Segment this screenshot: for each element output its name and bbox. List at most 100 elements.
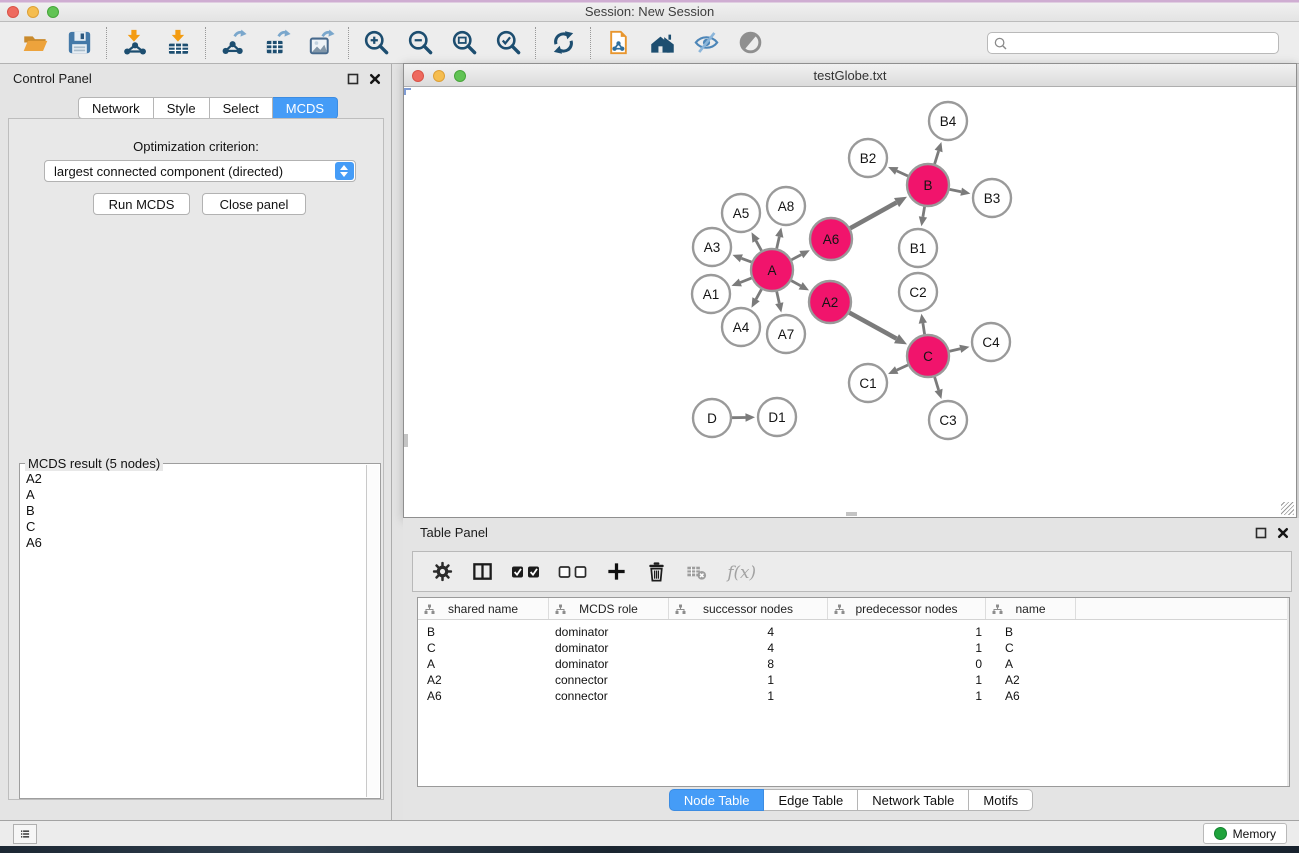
- graph-node-D[interactable]: D: [693, 399, 731, 437]
- run-mcds-button[interactable]: Run MCDS: [93, 193, 190, 215]
- graph-node-B1[interactable]: B1: [899, 229, 937, 267]
- control-panel-title: Control Panel: [13, 71, 92, 86]
- vertical-scroll-thumb[interactable]: [404, 434, 408, 447]
- check-pair-icon: [511, 564, 541, 580]
- graph-node-B[interactable]: B: [907, 164, 949, 206]
- graph-node-A7[interactable]: A7: [767, 315, 805, 353]
- graph-node-C2[interactable]: C2: [899, 273, 937, 311]
- graph-node-A6[interactable]: A6: [810, 218, 852, 260]
- horizontal-scroll-thumb[interactable]: [846, 512, 857, 516]
- mcds-result-box: MCDS result (5 nodes) A2ABCA6: [19, 463, 381, 799]
- clone-network-button[interactable]: [603, 27, 633, 59]
- table-row[interactable]: Adominator80A: [418, 656, 1289, 672]
- graph-node-A[interactable]: A: [751, 249, 793, 291]
- import-table-icon: [165, 29, 192, 56]
- zoom-selected-button[interactable]: [493, 27, 523, 59]
- svg-text:D1: D1: [768, 410, 785, 425]
- graph-node-B3[interactable]: B3: [973, 179, 1011, 217]
- export-table-button[interactable]: [262, 27, 292, 59]
- result-scrollbar[interactable]: [366, 465, 379, 797]
- tree-icon: [992, 604, 1003, 615]
- graph-node-B4[interactable]: B4: [929, 102, 967, 140]
- hide-panels-button[interactable]: [691, 27, 721, 59]
- table-row[interactable]: Bdominator41B: [418, 624, 1289, 640]
- network-canvas[interactable]: B4 B2 B B3 A5A8A6 B1 A3 A C2 A1 A2 A4A7 C4 C C1 C3 D D1: [404, 88, 1296, 517]
- task-history-button[interactable]: [13, 824, 37, 844]
- mcds-result-node[interactable]: C: [21, 519, 365, 535]
- graph-node-A1[interactable]: A1: [692, 275, 730, 313]
- criterion-dropdown[interactable]: largest connected component (directed): [44, 160, 356, 182]
- graph-node-A3[interactable]: A3: [693, 228, 731, 266]
- zoom-out-button[interactable]: [405, 27, 435, 59]
- refresh-button[interactable]: [548, 27, 578, 59]
- column-header-predecessor-nodes[interactable]: predecessor nodes: [828, 598, 986, 619]
- export-network-button[interactable]: [218, 27, 248, 59]
- import-network-button[interactable]: [119, 27, 149, 59]
- tree-icon: [675, 604, 686, 615]
- float-table-panel-icon[interactable]: [1254, 526, 1267, 539]
- network-view-window: testGlobe.txt B4 B2 B B3 A5A8A6 B1 A3 A C2 A1 A2 A4…: [403, 63, 1297, 518]
- select-all-columns-button[interactable]: [509, 557, 543, 587]
- open-folder-icon: [22, 29, 49, 56]
- zoom-in-button[interactable]: [361, 27, 391, 59]
- function-builder-button: f(x): [723, 557, 761, 587]
- graph-node-C4[interactable]: C4: [972, 323, 1010, 361]
- tab-select[interactable]: Select: [210, 97, 273, 119]
- tab-network[interactable]: Network: [78, 97, 154, 119]
- column-header-MCDS-role[interactable]: MCDS role: [549, 598, 669, 619]
- graph-node-A5[interactable]: A5: [722, 194, 760, 232]
- close-panel-icon[interactable]: [368, 72, 381, 85]
- graph-node-C[interactable]: C: [907, 335, 949, 377]
- graph-node-B2[interactable]: B2: [849, 139, 887, 177]
- resize-grip[interactable]: [1281, 502, 1294, 515]
- column-header-name[interactable]: name: [986, 598, 1076, 619]
- search-input[interactable]: [987, 32, 1279, 54]
- table-row[interactable]: Cdominator41C: [418, 640, 1289, 656]
- tab-style[interactable]: Style: [154, 97, 210, 119]
- tab-edge-table[interactable]: Edge Table: [764, 789, 858, 811]
- graph-node-A2[interactable]: A2: [809, 281, 851, 323]
- table-panel: Table Panel f(x) shared nameMCDS rolesuc…: [403, 518, 1299, 820]
- graph-node-A4[interactable]: A4: [722, 308, 760, 346]
- export-image-button[interactable]: [306, 27, 336, 59]
- float-square-icon: [347, 73, 359, 85]
- tab-node-table[interactable]: Node Table: [669, 789, 765, 811]
- open-session-button[interactable]: [20, 27, 50, 59]
- float-panel-icon[interactable]: [346, 72, 359, 85]
- memory-button[interactable]: Memory: [1203, 823, 1287, 844]
- close-panel-button[interactable]: Close panel: [202, 193, 306, 215]
- show-columns-button[interactable]: [469, 557, 496, 587]
- table-row[interactable]: A6connector11A6: [418, 688, 1289, 704]
- import-table-button[interactable]: [163, 27, 193, 59]
- show-panels-button[interactable]: [735, 27, 765, 59]
- copy-network-icon: [605, 29, 632, 56]
- home-button[interactable]: [647, 27, 677, 59]
- column-header-shared-name[interactable]: shared name: [418, 598, 549, 619]
- create-column-button[interactable]: [603, 557, 630, 587]
- delete-columns-button[interactable]: [643, 557, 670, 587]
- table-row[interactable]: A2connector11A2: [418, 672, 1289, 688]
- column-header-successor-nodes[interactable]: successor nodes: [669, 598, 828, 619]
- graph-node-D1[interactable]: D1: [758, 398, 796, 436]
- deselect-all-columns-button[interactable]: [556, 557, 590, 587]
- table-scrollbar[interactable]: [1287, 598, 1289, 786]
- tab-network-table[interactable]: Network Table: [858, 789, 969, 811]
- mcds-result-node[interactable]: A6: [21, 535, 365, 551]
- mcds-result-list: A2ABCA6: [21, 465, 365, 797]
- mcds-result-node[interactable]: B: [21, 503, 365, 519]
- save-icon: [66, 29, 93, 56]
- table-settings-button[interactable]: [429, 557, 456, 587]
- close-table-panel-icon[interactable]: [1276, 526, 1289, 539]
- graph-node-A8[interactable]: A8: [767, 187, 805, 225]
- import-network-icon: [121, 29, 148, 56]
- mcds-result-node[interactable]: A2: [21, 471, 365, 487]
- save-session-button[interactable]: [64, 27, 94, 59]
- graph-node-C3[interactable]: C3: [929, 401, 967, 439]
- mcds-result-node[interactable]: A: [21, 487, 365, 503]
- tab-mcds[interactable]: MCDS: [273, 97, 338, 119]
- tab-motifs[interactable]: Motifs: [969, 789, 1033, 811]
- network-window-titlebar[interactable]: testGlobe.txt: [404, 64, 1296, 87]
- zoom-fit-button[interactable]: [449, 27, 479, 59]
- close-x-icon: [1277, 527, 1289, 539]
- graph-node-C1[interactable]: C1: [849, 364, 887, 402]
